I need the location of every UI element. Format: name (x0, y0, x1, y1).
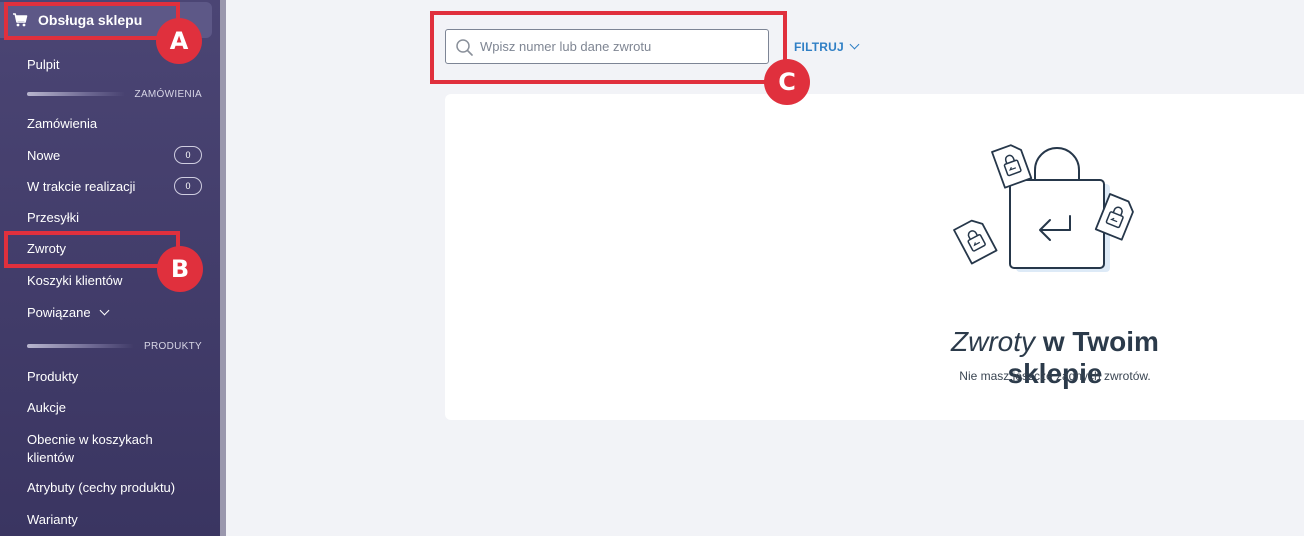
sidebar-item-variants[interactable]: Warianty (27, 512, 78, 527)
empty-state-title-italic: Zwroty (951, 326, 1036, 357)
sidebar-scrollbar[interactable] (220, 0, 226, 536)
count-badge-in-progress: 0 (174, 177, 202, 195)
sidebar-item-shipments[interactable]: Przesyłki (27, 210, 79, 225)
sidebar-item-in-carts-line1: Obecnie w koszykach (27, 432, 153, 447)
sidebar-item-in-progress[interactable]: W trakcie realizacji (27, 179, 135, 194)
sidebar-item-orders[interactable]: Zamówienia (27, 116, 97, 131)
section-divider-products: PRODUKTY (27, 340, 202, 352)
sidebar-item-auctions[interactable]: Aukcje (27, 400, 66, 415)
sidebar-item-in-carts-line2: klientów (27, 450, 74, 465)
sidebar-item-related[interactable]: Powiązane (27, 305, 110, 320)
annotation-box-a (4, 2, 180, 40)
returns-empty-state-card: Zwroty w Twoim sklepie Nie masz jeszcze … (445, 94, 1304, 420)
filter-label: FILTRUJ (794, 40, 844, 54)
sidebar-item-related-label: Powiązane (27, 305, 91, 320)
section-label-orders: ZAMÓWIENIA (134, 88, 202, 100)
chevron-down-icon (849, 39, 860, 49)
sidebar-item-pulpit[interactable]: Pulpit (27, 57, 60, 72)
sidebar-item-new[interactable]: Nowe (27, 148, 60, 163)
filter-button[interactable]: FILTRUJ (794, 39, 860, 54)
sidebar-item-attributes[interactable]: Atrybuty (cechy produktu) (27, 480, 175, 495)
annotation-marker-a: A (156, 18, 202, 64)
annotation-marker-b: B (157, 246, 203, 292)
returns-bag-illustration (953, 144, 1134, 272)
empty-state-subtitle: Nie masz jeszcze żadnych zwrotów. (959, 369, 1151, 383)
count-badge-new: 0 (174, 146, 202, 164)
section-label-products: PRODUKTY (144, 340, 202, 352)
sidebar-item-products[interactable]: Produkty (27, 369, 78, 384)
annotation-marker-c: C (764, 59, 810, 105)
chevron-down-icon (99, 305, 110, 316)
sidebar-item-customer-carts[interactable]: Koszyki klientów (27, 273, 122, 288)
annotation-box-b (4, 231, 180, 268)
annotation-box-c (430, 11, 787, 84)
section-divider-orders: ZAMÓWIENIA (27, 88, 202, 100)
sidebar-item-in-carts[interactable]: Obecnie w koszykach klientów (27, 431, 153, 467)
